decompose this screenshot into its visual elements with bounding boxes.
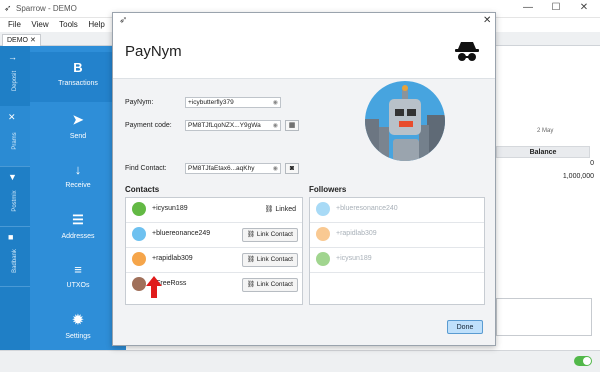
maximize-button[interactable]: ☐	[544, 2, 568, 13]
menu-file[interactable]: File	[8, 20, 21, 29]
camera-icon: ◙	[289, 165, 295, 172]
contact-name: +bluereonance249	[152, 230, 211, 237]
red-arrow-pointer-icon	[146, 276, 162, 298]
paynym-spy-icon	[455, 42, 479, 61]
link-contact-button[interactable]: ⛓ Link Contact	[241, 228, 298, 242]
minimize-button[interactable]: —	[516, 2, 540, 13]
online-toggle[interactable]	[574, 356, 592, 366]
qr-code-icon: ▦	[288, 122, 296, 129]
chart-axis-label: 2 May	[537, 128, 554, 134]
linked-status: ⛓ Linked	[264, 206, 296, 213]
paynym-avatar	[316, 202, 330, 216]
link-icon: ⛓	[246, 256, 257, 263]
list-item[interactable]: +icysun189	[310, 248, 484, 273]
followers-list: +blueresonance240 +rapidlab309 +icysun18…	[309, 197, 485, 305]
close-dialog-button[interactable]: ✕	[483, 15, 491, 26]
paynym-avatar	[316, 227, 330, 241]
paynym-robot-avatar	[365, 81, 445, 161]
qr-code-button[interactable]: ▦	[285, 120, 299, 131]
copy-icon[interactable]: ◉	[273, 98, 278, 108]
list-item[interactable]: +rapidlab309	[310, 223, 484, 248]
status-bar	[0, 350, 600, 372]
window-title: Sparrow - DEMO	[16, 4, 77, 13]
close-window-button[interactable]: ✕	[572, 2, 596, 13]
balance-cell: 1,000,000	[562, 173, 594, 180]
done-button[interactable]: Done	[447, 320, 483, 334]
link-contact-button[interactable]: ⛓ Link Contact	[241, 253, 298, 267]
copy-icon[interactable]: ◉	[273, 164, 278, 174]
paynym-avatar	[132, 227, 146, 241]
follower-name: +blueresonance240	[336, 205, 398, 212]
link-contact-button[interactable]: ⛓ Link Contact	[241, 278, 298, 292]
payment-code-label: Payment code:	[125, 122, 172, 129]
paynym-label: PayNym:	[125, 99, 154, 106]
rail-tab-deposit[interactable]: → Deposit	[0, 46, 30, 107]
link-icon: ⛓	[264, 206, 276, 213]
contact-name: +rapidlab309	[152, 255, 193, 262]
contacts-heading: Contacts	[125, 185, 160, 194]
menu-tools[interactable]: Tools	[59, 20, 78, 29]
find-contact-field[interactable]: PM8TJfaEtax6...aqKhy ◉	[185, 163, 281, 174]
account-rail: → Deposit ✕ Prams ▼ Postmix ■ Badbank	[0, 46, 30, 350]
rail-tab-premix[interactable]: ✕ Prams	[0, 106, 30, 167]
link-icon: ⛓	[246, 281, 257, 288]
list-item[interactable]: +bluereonance249 ⛓ Link Contact	[126, 223, 302, 248]
profile-photo-avatar	[132, 277, 146, 291]
contact-name: +icysun189	[152, 205, 188, 212]
balance-column-header[interactable]: Balance	[496, 146, 590, 158]
list-item[interactable]: +blueresonance240	[310, 198, 484, 223]
payment-code-field[interactable]: PM8TJfLqoNZX...Y9gWa ◉	[185, 120, 281, 131]
find-contact-label: Find Contact:	[125, 165, 167, 172]
rail-tab-postmix[interactable]: ▼ Postmix	[0, 166, 30, 227]
menu-help[interactable]: Help	[88, 20, 104, 29]
dialog-title: PayNym	[125, 43, 182, 60]
followers-heading: Followers	[309, 185, 347, 194]
paynym-avatar	[316, 252, 330, 266]
sparrow-app-icon: ➶	[119, 15, 128, 26]
copy-icon[interactable]: ◉	[273, 121, 278, 131]
paynym-avatar	[132, 202, 146, 216]
details-textarea[interactable]	[496, 298, 592, 336]
robot-image	[365, 85, 445, 161]
list-item[interactable]: +icysun189 ⛓ Linked	[126, 198, 302, 223]
list-item[interactable]: +rapidlab309 ⛓ Link Contact	[126, 248, 302, 273]
paynym-avatar	[132, 252, 146, 266]
link-icon: ⛓	[246, 231, 257, 238]
paynym-dialog: ➶ ✕ PayNym PayNym: +icybutterfly379 ◉ Pa…	[112, 12, 496, 346]
menu-view[interactable]: View	[31, 20, 48, 29]
rail-tab-badbank[interactable]: ■ Badbank	[0, 226, 30, 287]
follower-name: +rapidlab309	[336, 230, 377, 237]
balance-cell: 0	[590, 160, 594, 167]
follower-name: +icysun189	[336, 255, 372, 262]
sparrow-app-icon: ➶	[4, 3, 12, 13]
paynym-field[interactable]: +icybutterfly379 ◉	[185, 97, 281, 108]
scan-qr-button[interactable]: ◙	[285, 163, 299, 174]
